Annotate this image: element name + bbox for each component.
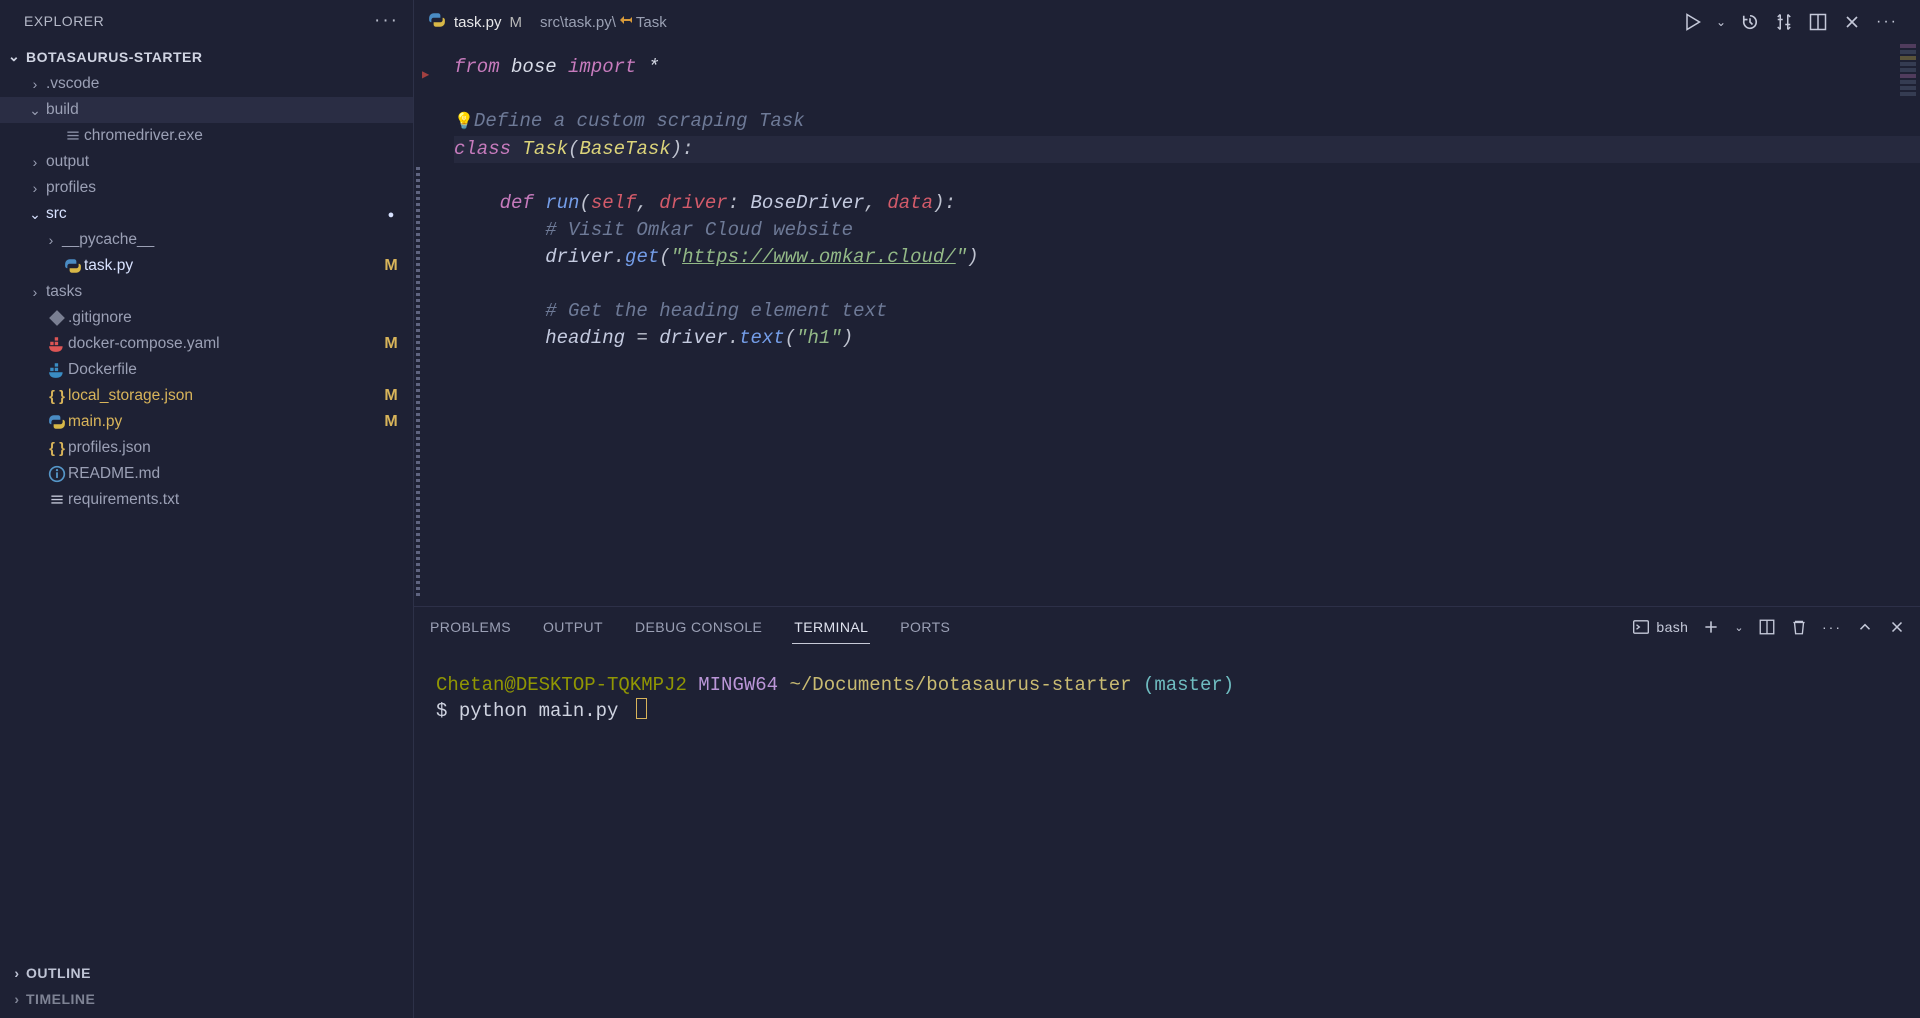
folder-vscode[interactable]: › .vscode (0, 71, 413, 97)
chevron-down-icon: ⌄ (24, 102, 46, 119)
folder-src[interactable]: ⌄ src (0, 201, 413, 227)
folder-output[interactable]: › output (0, 149, 413, 175)
tab-debug-console[interactable]: DEBUG CONSOLE (633, 611, 764, 643)
run-button[interactable] (1682, 12, 1702, 32)
docker-icon (46, 361, 68, 379)
timeline-section[interactable]: › TIMELINE (8, 986, 405, 1012)
minimap[interactable] (1900, 44, 1916, 98)
docker-icon (46, 335, 68, 353)
explorer-title: EXPLORER (24, 13, 104, 29)
bottom-panel: PROBLEMS OUTPUT DEBUG CONSOLE TERMINAL P… (414, 606, 1920, 1018)
panel-tabs: PROBLEMS OUTPUT DEBUG CONSOLE TERMINAL P… (414, 607, 1920, 647)
explorer-sidebar: EXPLORER ··· ⌄ BOTASAURUS-STARTER › .vsc… (0, 0, 413, 1018)
python-icon (428, 11, 446, 34)
file-tree: › .vscode ⌄ build chromedriver.exe › out… (0, 71, 413, 954)
python-icon (62, 257, 84, 275)
lightbulb-icon[interactable]: 💡 (454, 113, 474, 131)
chevron-right-icon: › (40, 232, 62, 248)
split-icon[interactable] (1808, 12, 1828, 32)
folder-pycache[interactable]: › __pycache__ (0, 227, 413, 253)
class-icon (618, 12, 634, 33)
project-root[interactable]: ⌄ BOTASAURUS-STARTER (0, 42, 413, 71)
chevron-right-icon: › (8, 965, 26, 981)
chevron-right-icon: › (24, 76, 46, 92)
tab-terminal[interactable]: TERMINAL (792, 611, 870, 644)
new-terminal-button[interactable] (1702, 618, 1720, 636)
info-icon (46, 465, 68, 483)
split-terminal-icon[interactable] (1758, 618, 1776, 636)
chevron-right-icon: › (24, 284, 46, 300)
editor-actions: ⌄ ··· (1682, 12, 1908, 32)
file-local-storage[interactable]: { } local_storage.json M (0, 383, 413, 409)
close-panel-icon[interactable] (1888, 618, 1906, 636)
terminal[interactable]: Chetan@DESKTOP-TQKMPJ2 MINGW64 ~/Documen… (414, 647, 1920, 1018)
tab-task-py[interactable]: task.py M (414, 0, 536, 44)
chevron-right-icon: › (8, 991, 26, 1007)
json-icon: { } (46, 388, 68, 405)
tab-ports[interactable]: PORTS (898, 611, 952, 643)
breadcrumb[interactable]: src\task.py\ Task (536, 12, 667, 33)
file-task-py[interactable]: task.py M (0, 253, 413, 279)
file-requirements[interactable]: requirements.txt (0, 487, 413, 513)
git-icon (46, 309, 68, 327)
tab-problems[interactable]: PROBLEMS (428, 611, 513, 643)
more-icon[interactable]: ··· (1822, 619, 1842, 635)
close-icon[interactable] (1842, 12, 1862, 32)
file-lines-icon (46, 491, 68, 509)
file-dockerfile[interactable]: Dockerfile (0, 357, 413, 383)
run-dropdown-icon[interactable]: ⌄ (1716, 15, 1726, 29)
file-main-py[interactable]: main.py M (0, 409, 413, 435)
editor-area: task.py M src\task.py\ Task ⌄ ··· ▶ (413, 0, 1920, 1018)
modified-dot-icon (377, 205, 405, 223)
chevron-down-icon: ⌄ (24, 206, 46, 223)
more-icon[interactable]: ··· (1876, 13, 1898, 31)
file-chromedriver[interactable]: chromedriver.exe (0, 123, 413, 149)
folder-build[interactable]: ⌄ build (0, 97, 413, 123)
chevron-down-icon: ⌄ (8, 48, 26, 65)
folder-profiles[interactable]: › profiles (0, 175, 413, 201)
editor-tabbar: task.py M src\task.py\ Task ⌄ ··· (414, 0, 1920, 44)
explorer-more-icon[interactable]: ··· (374, 10, 399, 32)
file-lines-icon (62, 127, 84, 145)
chevron-right-icon: › (24, 180, 46, 196)
file-docker-compose[interactable]: docker-compose.yaml M (0, 331, 413, 357)
project-name: BOTASAURUS-STARTER (26, 49, 202, 65)
folder-tasks[interactable]: › tasks (0, 279, 413, 305)
file-gitignore[interactable]: .gitignore (0, 305, 413, 331)
outline-section[interactable]: › OUTLINE (8, 960, 405, 986)
tab-output[interactable]: OUTPUT (541, 611, 605, 643)
file-readme[interactable]: README.md (0, 461, 413, 487)
trash-icon[interactable] (1790, 618, 1808, 636)
collapse-marker-icon[interactable]: ▶ (422, 62, 429, 89)
diff-icon[interactable] (1774, 12, 1794, 32)
python-icon (46, 413, 68, 431)
terminal-dropdown-icon[interactable]: ⌄ (1734, 621, 1744, 634)
code-editor[interactable]: ▶ from bose import * 💡Define a custom sc… (414, 44, 1920, 606)
terminal-cursor (636, 698, 647, 719)
file-profiles-json[interactable]: { } profiles.json (0, 435, 413, 461)
chevron-right-icon: › (24, 154, 46, 170)
terminal-shell-select[interactable]: bash (1632, 618, 1688, 636)
json-icon: { } (46, 440, 68, 457)
history-icon[interactable] (1740, 12, 1760, 32)
chevron-up-icon[interactable] (1856, 618, 1874, 636)
